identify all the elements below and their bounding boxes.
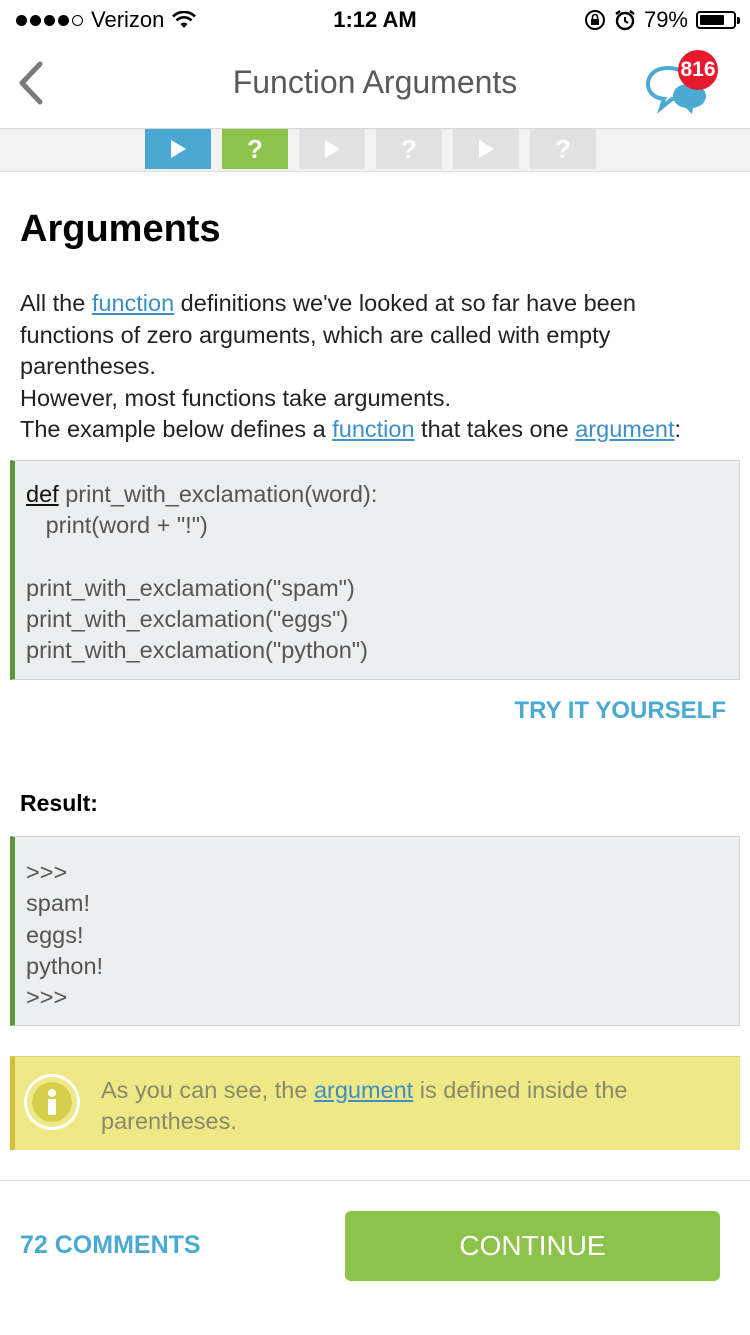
chevron-left-icon (19, 61, 43, 105)
code-line: print_with_exclamation("eggs") (26, 606, 349, 633)
step-quiz-2[interactable]: ? (376, 129, 442, 169)
result-label: Result: (20, 790, 98, 816)
status-left: Verizon (16, 7, 197, 33)
signal-strength-icon (16, 14, 83, 26)
step-quiz-1[interactable]: ? (222, 129, 288, 169)
step-lesson-1[interactable] (145, 129, 211, 169)
battery-icon (696, 11, 740, 29)
output-line: spam! (26, 890, 90, 917)
output-line: eggs! (26, 921, 84, 948)
progress-steps: ? ? ? (145, 129, 596, 169)
glossary-link-argument[interactable]: argument (575, 416, 674, 442)
try-it-yourself-button[interactable]: TRY IT YOURSELF (514, 697, 726, 725)
lesson-body: All the function definitions we've looke… (20, 288, 735, 446)
page-title: Function Arguments (232, 64, 518, 100)
back-button[interactable] (10, 58, 56, 108)
battery-percent: 79% (643, 7, 688, 32)
info-text: As you can see, the argument is defined … (101, 1075, 721, 1137)
result-output: >>> spam! eggs! python! >>> (10, 836, 740, 1026)
comments-button[interactable]: 72 COMMENTS (20, 1231, 201, 1260)
code-keyword: def (26, 481, 59, 507)
code-line: print_with_exclamation("spam") (26, 574, 355, 601)
status-bar: Verizon 1:12 AM 79% (0, 0, 750, 40)
glossary-link-function[interactable]: function (332, 416, 414, 442)
bottom-bar: 72 COMMENTS CONTINUE (0, 1180, 750, 1335)
continue-button[interactable]: CONTINUE (345, 1211, 720, 1281)
lesson-heading: Arguments (20, 208, 221, 250)
play-icon (170, 140, 186, 158)
step-quiz-label: ? (401, 133, 417, 164)
lesson-text: All the (20, 290, 92, 316)
lesson-text: : (674, 416, 682, 442)
step-quiz-label: ? (555, 133, 571, 164)
nav-bar: Function Arguments 816 (0, 40, 750, 129)
info-note: As you can see, the argument is defined … (10, 1056, 740, 1150)
play-icon (324, 140, 340, 158)
info-icon (27, 1077, 77, 1127)
play-icon (478, 140, 494, 158)
carrier-name: Verizon (91, 7, 165, 32)
lesson-text: However, most functions take arguments. (20, 384, 452, 411)
lesson-text: The example below defines a (20, 416, 333, 442)
code-example: def print_with_exclamation(word): print(… (10, 460, 740, 680)
code-line: print_with_exclamation("python") (26, 637, 368, 664)
discussion-button[interactable]: 816 (644, 50, 718, 118)
step-quiz-3[interactable]: ? (530, 129, 596, 169)
output-line: >>> (26, 859, 68, 885)
step-quiz-label: ? (247, 133, 263, 164)
step-lesson-3[interactable] (453, 129, 519, 169)
code-line: print_with_exclamation(word): (58, 481, 378, 507)
output-line: >>> (26, 984, 68, 1011)
wifi-icon (172, 11, 197, 28)
output-line: python! (26, 952, 104, 979)
orientation-lock-icon (584, 10, 605, 30)
lesson-progress-strip: ? ? ? (0, 129, 750, 172)
notification-badge: 816 (678, 50, 718, 90)
code-line: print(word + "!") (26, 512, 208, 539)
glossary-link-argument[interactable]: argument (314, 1077, 413, 1103)
status-right: 79% (584, 7, 740, 33)
step-lesson-2[interactable] (299, 129, 365, 169)
alarm-icon (615, 10, 635, 31)
info-text-part: As you can see, the (101, 1077, 314, 1103)
glossary-link-function[interactable]: function (92, 290, 174, 316)
lesson-text: that takes one (414, 416, 576, 442)
